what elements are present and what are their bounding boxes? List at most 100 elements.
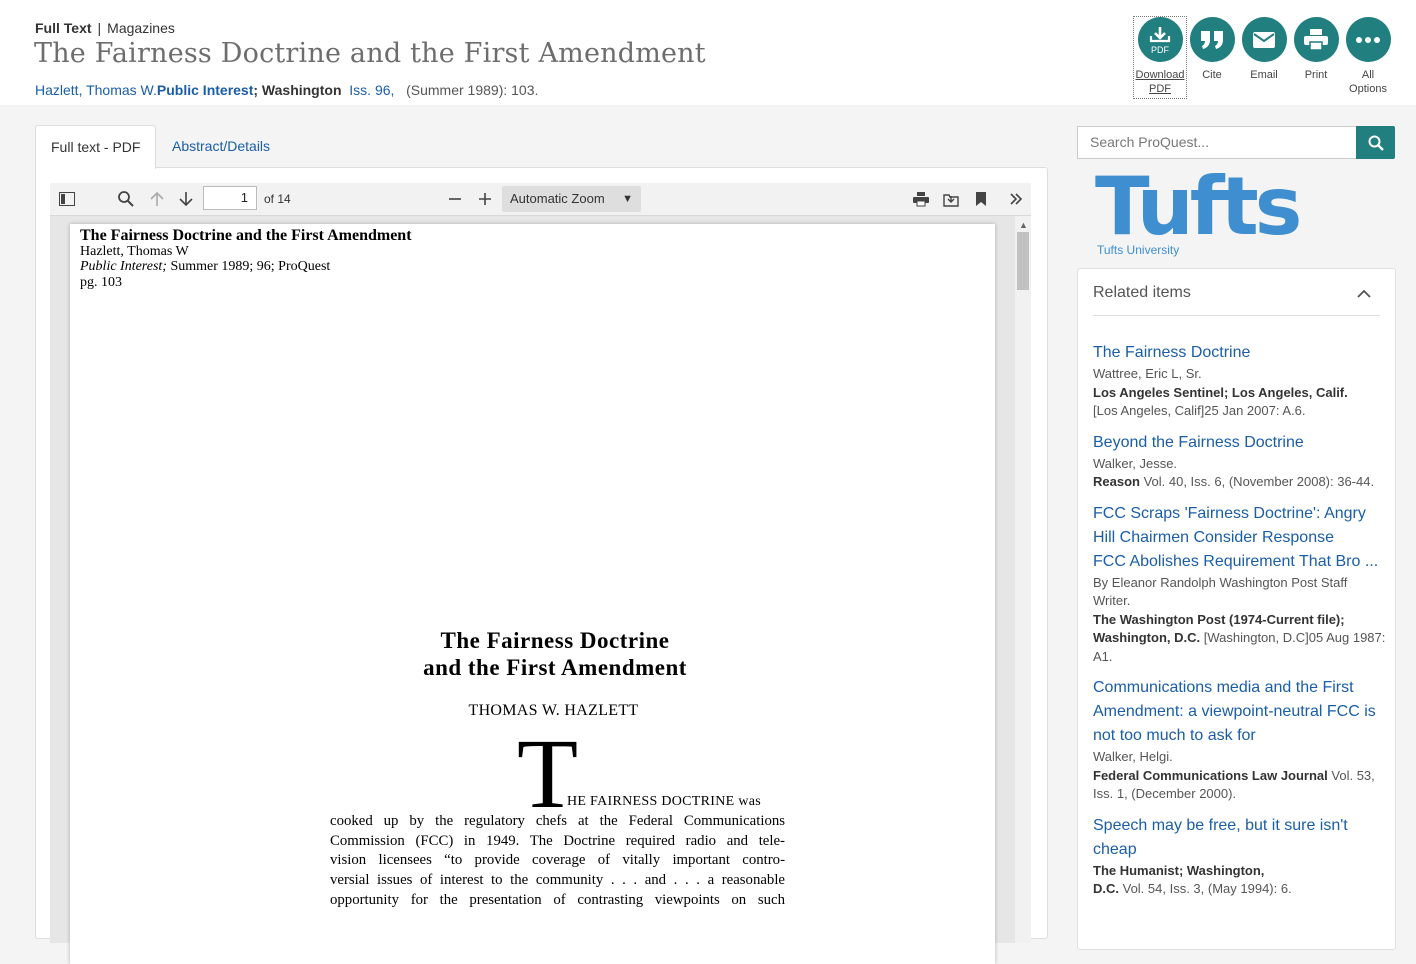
zoom-out-icon[interactable] xyxy=(444,189,466,209)
pdf-page: The Fairness Doctrine and the First Amen… xyxy=(70,224,995,964)
related-item: The Fairness Doctrine Wattree, Eric L, S… xyxy=(1093,341,1388,421)
tab-abstract-details[interactable]: Abstract/Details xyxy=(157,125,285,168)
breadcrumb-separator: | xyxy=(97,20,102,36)
publication-place: ; Washington xyxy=(253,82,342,98)
related-item-source: Federal Communications Law Journal xyxy=(1093,767,1328,783)
more-icon xyxy=(1345,17,1391,62)
double-chevron-right-icon[interactable] xyxy=(1005,189,1027,209)
open-file-icon[interactable] xyxy=(940,189,962,209)
arrow-up-icon[interactable] xyxy=(146,189,168,209)
cite-label: Cite xyxy=(1202,69,1222,81)
document-header: Full Text | Magazines The Fairness Doctrin… xyxy=(0,0,1416,105)
printer-icon[interactable] xyxy=(910,189,932,209)
issue-date: (Summer 1989): 103. xyxy=(406,82,539,98)
pdf-scrollbar[interactable]: ▲ xyxy=(1015,216,1031,943)
page-number-input[interactable]: 1 xyxy=(203,186,257,210)
scrollbar-thumb[interactable] xyxy=(1017,232,1029,290)
all-options-label-line2: Options xyxy=(1349,83,1387,95)
print-label: Print xyxy=(1304,69,1328,81)
search-icon[interactable] xyxy=(115,189,137,209)
pdf-viewer: 1 of 14 Automatic Zoom ▼ The Fairness Do… xyxy=(50,183,1031,964)
body-line: cooked up by the regulatory chefs at the… xyxy=(330,813,785,829)
related-item-source: Los Angeles Sentinel; Los Angeles, Calif… xyxy=(1093,384,1348,400)
pdf-header-source-rest: Summer 1989; 96; ProQuest xyxy=(166,259,331,274)
all-options-button[interactable]: All Options xyxy=(1342,17,1394,96)
doc-category: Magazines xyxy=(107,20,175,36)
author-link[interactable]: Hazlett, Thomas W. xyxy=(35,82,157,98)
download-pdf-button[interactable]: PDF Download PDF xyxy=(1133,16,1187,99)
page-count: of 14 xyxy=(264,192,291,206)
email-label: Email xyxy=(1250,69,1278,81)
doc-type: Full Text xyxy=(35,20,92,36)
publication-link[interactable]: Public Interest xyxy=(157,82,253,98)
related-item-author: Walker, Helgi. xyxy=(1093,749,1173,764)
related-item-source: Reason xyxy=(1093,474,1140,489)
pdf-header-source: Public Interest; Summer 1989; 96; ProQue… xyxy=(80,259,412,275)
envelope-icon xyxy=(1241,17,1287,62)
printer-icon xyxy=(1293,17,1339,62)
scroll-up-icon[interactable]: ▲ xyxy=(1019,220,1028,230)
related-items-panel: Related items The Fairness Doctrine Watt… xyxy=(1077,268,1396,950)
institution-logo: Tufts xyxy=(1095,160,1302,253)
page-title: The Fairness Doctrine and the First Amen… xyxy=(34,38,706,69)
body-line: vision licensees “to provide coverage of… xyxy=(330,852,785,869)
article-first-line: HE FAIRNESS DOCTRINE was xyxy=(567,794,761,809)
cite-button[interactable]: Cite xyxy=(1186,17,1238,82)
download-pdf-icon: PDF xyxy=(1137,17,1183,62)
citation: Hazlett, Thomas W.Public Interest; Washi… xyxy=(35,82,538,98)
body-line: versial issues of interest to the commun… xyxy=(330,872,785,889)
chevron-up-icon[interactable] xyxy=(1357,285,1371,303)
related-item: Beyond the Fairness Doctrine Walker, Jes… xyxy=(1093,431,1388,492)
zoom-value: Automatic Zoom xyxy=(510,191,605,206)
related-item-title[interactable]: Speech may be free, but it sure isn't ch… xyxy=(1093,814,1388,862)
pdf-header-source-italic: Public Interest; xyxy=(80,259,167,274)
related-item: Communications media and the First Amend… xyxy=(1093,676,1388,804)
pdf-header-title: The Fairness Doctrine and the First Amen… xyxy=(80,227,412,244)
pdf-header-pages: pg. 103 xyxy=(80,274,122,290)
zoom-select[interactable]: Automatic Zoom ▼ xyxy=(502,186,641,212)
related-item: FCC Scraps 'Fairness Doctrine': Angry Hi… xyxy=(1093,502,1388,667)
search-input[interactable]: Search ProQuest... xyxy=(1077,126,1357,159)
body-line: Commission (FCC) in 1949. The Doctrine r… xyxy=(330,832,785,849)
article-title: The Fairness Doctrine and the First Amen… xyxy=(70,627,1040,681)
article-title-line1: The Fairness Doctrine xyxy=(440,628,670,653)
related-item-title-continued[interactable]: FCC Abolishes Requirement That Bro ... xyxy=(1093,550,1388,574)
pdf-page-header: The Fairness Doctrine and the First Amen… xyxy=(80,228,412,290)
related-item-details: [Los Angeles, Calif]25 Jan 2007: A.6. xyxy=(1093,403,1306,418)
related-item-title[interactable]: The Fairness Doctrine xyxy=(1093,341,1388,365)
article-body: cooked up by the regulatory chefs at the… xyxy=(330,812,785,911)
related-item-author: By Eleanor Randolph Washington Post Staf… xyxy=(1093,574,1348,609)
pdf-toolbar: 1 of 14 Automatic Zoom ▼ xyxy=(50,183,1031,216)
quote-icon xyxy=(1189,17,1235,62)
search-icon xyxy=(1368,135,1384,151)
sidebar-toggle-icon[interactable] xyxy=(56,189,78,209)
pdf-icon-text: PDF xyxy=(1151,45,1170,55)
email-button[interactable]: Email xyxy=(1238,17,1290,82)
related-item-title[interactable]: Beyond the Fairness Doctrine xyxy=(1093,431,1388,455)
related-item-title[interactable]: Communications media and the First Amend… xyxy=(1093,676,1388,748)
related-item-author: Wattree, Eric L, Sr. xyxy=(1093,366,1202,381)
pdf-page-area[interactable]: The Fairness Doctrine and the First Amen… xyxy=(50,216,1015,964)
related-item-details: Vol. 54, Iss. 3, (May 1994): 6. xyxy=(1119,881,1292,896)
related-item-details: Vol. 40, Iss. 6, (November 2008): 36-44. xyxy=(1139,474,1375,489)
tab-full-text-pdf[interactable]: Full text - PDF xyxy=(35,125,157,169)
print-button[interactable]: Print xyxy=(1290,17,1342,82)
related-items-heading: Related items xyxy=(1093,284,1191,301)
related-item-author: Walker, Jesse. xyxy=(1093,455,1178,471)
download-label-line2: PDF xyxy=(1149,83,1171,95)
related-item-title[interactable]: FCC Scraps 'Fairness Doctrine': Angry Hi… xyxy=(1093,502,1388,550)
zoom-in-icon[interactable] xyxy=(474,189,496,209)
article-title-line2: and the First Amendment xyxy=(423,655,687,680)
chevron-down-icon: ▼ xyxy=(622,193,633,205)
pdf-header-author: Hazlett, Thomas W xyxy=(80,243,189,259)
download-label-line1: Download xyxy=(1135,69,1185,81)
related-item: Speech may be free, but it sure isn't ch… xyxy=(1093,814,1388,899)
divider xyxy=(1093,315,1380,316)
bookmark-icon[interactable] xyxy=(970,189,992,209)
body-line: opportunity for the presentation of cont… xyxy=(330,891,785,908)
issue-link[interactable]: Iss. 96, xyxy=(349,82,394,98)
search-button[interactable] xyxy=(1356,126,1395,159)
breadcrumb: Full Text | Magazines xyxy=(35,20,175,36)
arrow-down-icon[interactable] xyxy=(175,189,197,209)
all-options-label-line1: All xyxy=(1361,69,1375,81)
